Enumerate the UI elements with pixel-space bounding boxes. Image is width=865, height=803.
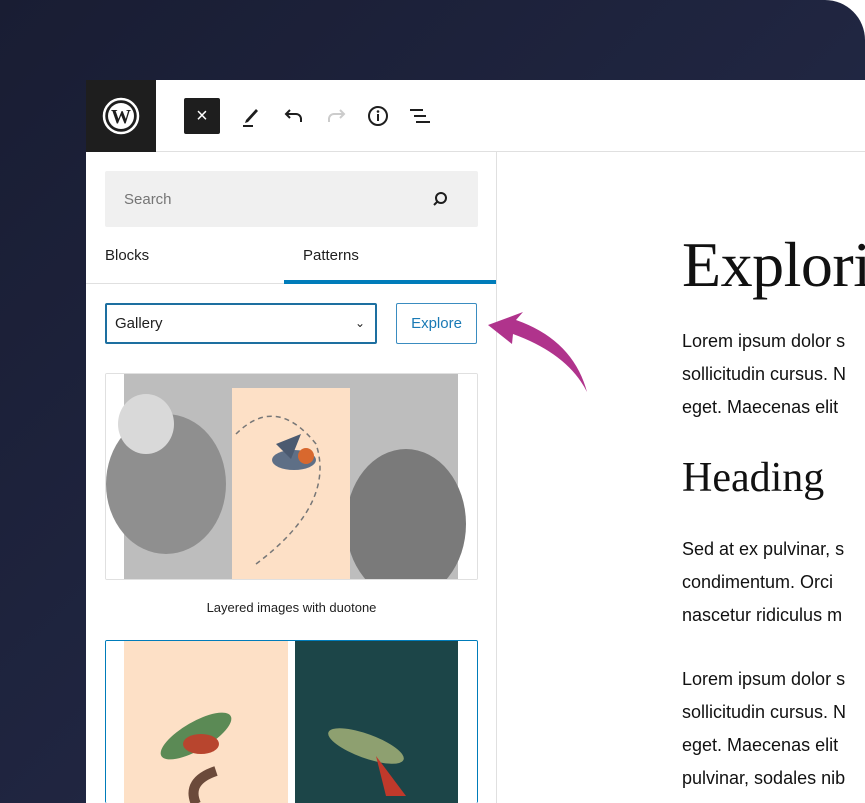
text-line: sollicitudin cursus. N	[682, 702, 847, 722]
duotone-birds-image	[106, 374, 477, 579]
pattern-category-select[interactable]: Gallery ⌄	[105, 303, 377, 344]
select-value: Gallery	[115, 315, 163, 332]
close-inserter-button[interactable]: ×	[184, 98, 220, 134]
chevron-down-icon: ⌄	[354, 316, 365, 330]
details-button[interactable]	[360, 98, 396, 134]
heading-block[interactable]: Heading	[682, 454, 824, 502]
redo-icon	[328, 109, 346, 122]
inserter-tabs: Blocks Patterns	[86, 240, 496, 284]
paragraph-block[interactable]: Sed at ex pulvinar, s condimentum. Orci …	[682, 533, 844, 632]
search-input[interactable]: Search	[105, 171, 478, 227]
paragraph-block[interactable]: Lorem ipsum dolor s sollicitudin cursus.…	[682, 325, 846, 424]
text-line: Sed at ex pulvinar, s	[682, 539, 845, 559]
wordpress-logo-button[interactable]: W	[86, 80, 156, 152]
inserter-sidebar: Search Blocks Patterns Gallery ⌄ Explore	[86, 152, 497, 803]
text-line: sollicitudin cursus. N	[682, 364, 847, 384]
svg-text:W: W	[111, 106, 131, 128]
text-line: pulvinar, sodales nib	[682, 768, 846, 788]
paragraph-block[interactable]: Lorem ipsum dolor s sollicitudin cursus.…	[682, 663, 846, 795]
explore-button[interactable]: Explore	[396, 303, 477, 344]
text-line: eget. Maecenas elit	[682, 735, 839, 755]
hummingbirds-image	[106, 641, 477, 803]
text-line: condimentum. Orci	[682, 572, 834, 592]
pencil-icon	[243, 109, 258, 127]
undo-button[interactable]	[276, 98, 312, 134]
tab-patterns[interactable]: Patterns	[284, 240, 496, 284]
text-line: eget. Maecenas elit	[682, 397, 839, 417]
undo-icon	[284, 109, 302, 122]
pattern-gallery-two-images[interactable]	[105, 640, 478, 803]
list-view-icon	[410, 109, 430, 123]
pointer-arrow-icon	[488, 312, 587, 392]
text-line: Lorem ipsum dolor s	[682, 669, 846, 689]
post-title[interactable]: Explori	[682, 228, 865, 302]
search-icon	[433, 192, 447, 206]
edit-tools-button[interactable]	[233, 98, 269, 134]
text-line: nascetur ridiculus m	[682, 605, 843, 625]
tab-blocks[interactable]: Blocks	[105, 240, 149, 284]
info-icon	[368, 106, 388, 126]
pattern-caption: Layered images with duotone	[206, 600, 377, 615]
pattern-layered-images-duotone[interactable]	[105, 373, 478, 580]
wordpress-icon: W	[102, 97, 140, 135]
editor-canvas[interactable]: Explori Lorem ipsum dolor s sollicitudin…	[497, 152, 865, 803]
text-line: Lorem ipsum dolor s	[682, 331, 846, 351]
redo-button[interactable]	[318, 98, 354, 134]
editor-window: W × Search Blocks Patterns Gallery ⌄ Exp…	[86, 80, 865, 803]
top-toolbar: W ×	[86, 80, 865, 152]
close-icon: ×	[196, 104, 208, 127]
search-placeholder: Search	[124, 190, 172, 208]
list-view-button[interactable]	[402, 98, 438, 134]
